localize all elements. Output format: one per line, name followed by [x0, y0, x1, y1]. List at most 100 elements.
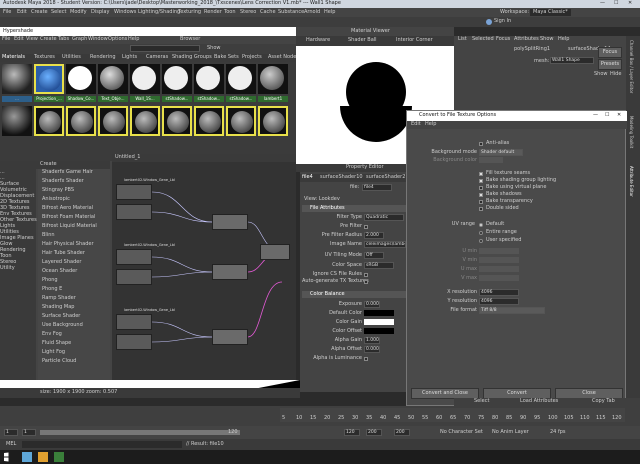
uv-user-radio[interactable]: [479, 239, 483, 243]
default-color-swatch[interactable]: [364, 310, 394, 316]
browser-show-button[interactable]: Show: [207, 45, 221, 52]
ae-menu-selected[interactable]: Selected: [472, 36, 494, 43]
shader-item[interactable]: Hair Tube Shader: [42, 250, 85, 257]
hs-menu-window[interactable]: Window: [88, 36, 108, 43]
presets-button[interactable]: Presets: [598, 59, 622, 70]
fill-seams-checkbox[interactable]: [479, 172, 483, 176]
shader-item[interactable]: Ramp Shader: [42, 295, 76, 302]
umax-field[interactable]: [479, 266, 519, 272]
shader-item[interactable]: Phong E: [42, 286, 62, 293]
menu-help[interactable]: Help: [324, 9, 335, 16]
menu-stereo[interactable]: Stereo: [240, 9, 256, 16]
menu-modify[interactable]: Modify: [70, 9, 87, 16]
graph-node[interactable]: [212, 264, 248, 280]
ae-menu-attributes[interactable]: Attributes: [514, 36, 539, 43]
hide-button[interactable]: Hide: [610, 71, 621, 78]
dialog-maximize-icon[interactable]: ☐: [605, 112, 609, 119]
double-sided-checkbox[interactable]: [479, 207, 483, 211]
explorer-taskbar-icon[interactable]: [38, 452, 48, 462]
material-swatch[interactable]: [226, 106, 256, 136]
file-format-select[interactable]: Tiff 8/8: [479, 307, 545, 314]
app-taskbar-icon[interactable]: [54, 452, 64, 462]
menu-select[interactable]: Select: [51, 9, 66, 16]
vmax-field[interactable]: [479, 275, 519, 281]
alpha-gain-field[interactable]: 1.000: [364, 337, 380, 344]
shader-item[interactable]: Shading Map: [42, 304, 74, 311]
anim-layer-select[interactable]: No Anim Layer: [492, 429, 529, 436]
shader-item[interactable]: Light Fog: [42, 349, 65, 356]
fps-select[interactable]: 24 fps: [550, 429, 566, 436]
menu-arnold[interactable]: Arnold: [304, 9, 320, 16]
uv-entire-radio[interactable]: [479, 231, 483, 235]
tab-attribute-editor[interactable]: Attribute Editor: [628, 166, 635, 197]
shader-item[interactable]: Particle Cloud: [42, 358, 76, 365]
hs-menu-tabs[interactable]: Tabs: [58, 36, 69, 43]
tab-materials[interactable]: Materials: [2, 54, 25, 61]
minimize-icon[interactable]: —: [600, 0, 605, 7]
shader-item[interactable]: Hair Physical Shader: [42, 241, 94, 248]
vmin-field[interactable]: [479, 257, 519, 263]
auto-tx-checkbox[interactable]: [364, 280, 368, 284]
tab-asset-nodes[interactable]: Asset Nodes: [268, 54, 299, 61]
menu-file[interactable]: File: [3, 9, 11, 16]
bake-transparency-checkbox[interactable]: [479, 200, 483, 204]
node-editor-graph[interactable]: lambert02-Window_Gene_Lbl lambert02-Wind…: [112, 162, 296, 380]
menu-render[interactable]: Render: [204, 9, 222, 16]
pe-tab-surface2[interactable]: surfaceShader2: [366, 174, 405, 181]
ae-menu-focus[interactable]: Focus: [496, 36, 510, 43]
alpha-luminance-checkbox[interactable]: [364, 357, 368, 361]
tab-lights[interactable]: Lights: [122, 54, 137, 61]
shader-item[interactable]: Bifrost Liquid Material: [42, 223, 97, 230]
range-slider[interactable]: [40, 430, 240, 435]
shader-item[interactable]: Use Background: [42, 322, 83, 329]
shader-item[interactable]: Layered Shader: [42, 259, 81, 266]
pe-tab-file4[interactable]: file4: [302, 174, 313, 181]
menu-cache[interactable]: Cache: [260, 9, 276, 16]
browser-search-input[interactable]: [130, 45, 200, 52]
bake-lighting-checkbox[interactable]: [479, 179, 483, 183]
pre-filter-checkbox[interactable]: [364, 225, 368, 229]
material-swatch[interactable]: [194, 106, 224, 136]
dialog-menu-edit[interactable]: Edit: [411, 121, 421, 128]
mesh-name-field[interactable]: Wall1 Shape: [550, 57, 594, 64]
ae-tab-polysplitring[interactable]: polySplitRing1: [514, 46, 550, 53]
select-button[interactable]: Select: [474, 398, 489, 405]
renderer-select[interactable]: Hardware: [306, 37, 330, 44]
section-color-balance[interactable]: Color Balance: [302, 291, 406, 298]
tab-untitled[interactable]: Untitled_1: [115, 154, 140, 161]
graph-node[interactable]: [212, 329, 248, 345]
material-swatch[interactable]: [98, 106, 128, 136]
graph-node[interactable]: [116, 269, 152, 285]
maya-taskbar-icon[interactable]: [22, 452, 32, 462]
anim-end-field2[interactable]: 200: [394, 429, 410, 436]
virtual-plane-checkbox[interactable]: [479, 186, 483, 190]
hs-menu-view[interactable]: View: [26, 36, 38, 43]
copy-tab-button[interactable]: Copy Tab: [592, 398, 615, 405]
ae-menu-list[interactable]: List: [458, 36, 467, 43]
shader-item[interactable]: Shaderfx Shader: [42, 178, 84, 185]
dialog-menu-help[interactable]: Help: [425, 121, 436, 128]
character-set-select[interactable]: No Character Set: [440, 429, 483, 436]
shader-item[interactable]: Fluid Shape: [42, 340, 71, 347]
x-resolution-field[interactable]: 4096: [479, 289, 519, 296]
hs-menu-create[interactable]: Create: [40, 36, 57, 43]
y-resolution-field[interactable]: 4096: [479, 298, 519, 305]
anti-alias-checkbox[interactable]: [479, 142, 483, 146]
graph-node[interactable]: [116, 249, 152, 265]
ae-menu-show[interactable]: Show: [540, 36, 554, 43]
show-button[interactable]: Show: [594, 71, 608, 78]
tab-modeling-toolkit[interactable]: Modeling Toolkit: [628, 116, 635, 148]
ae-menu-help[interactable]: Help: [558, 36, 569, 43]
material-swatch[interactable]: [34, 106, 64, 136]
menu-lighting-shading[interactable]: Lighting/Shading: [138, 9, 180, 16]
shader-item[interactable]: Blinn: [42, 232, 55, 239]
color-offset-swatch[interactable]: [364, 328, 394, 334]
time-ruler[interactable]: 5 10 15 20 25 30 35 40 45 50 55 60 65 70…: [280, 408, 625, 422]
hs-menu-file[interactable]: File: [2, 36, 10, 43]
category-item[interactable]: Utility: [0, 265, 15, 272]
shader-item[interactable]: Bifrost Foam Material: [42, 214, 95, 221]
shader-item[interactable]: Anisotropic: [42, 196, 70, 203]
color-space-select[interactable]: sRGB: [364, 262, 394, 269]
uv-tiling-select[interactable]: Off: [364, 252, 384, 259]
time-slider[interactable]: 5 10 15 20 25 30 35 40 45 50 55 60 65 70…: [0, 406, 640, 426]
